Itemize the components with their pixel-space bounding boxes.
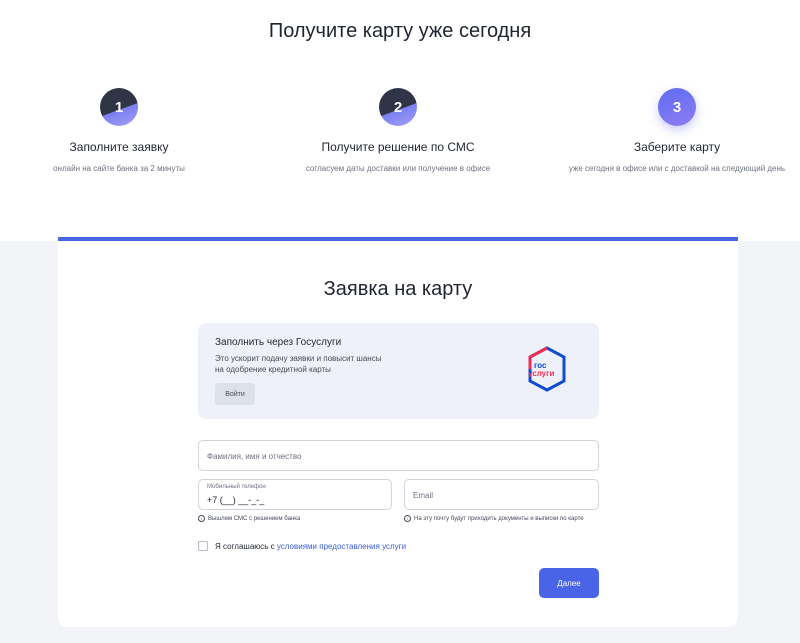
phone-value: +7 (__) __-_-_: [207, 495, 265, 505]
fio-input[interactable]: Фамилия, имя и отчество: [198, 440, 599, 471]
gosuslugi-panel: Заполнить через Госуслуги Это ускорит по…: [198, 323, 599, 419]
step-1-badge: 1: [100, 88, 138, 126]
step-1-subtitle: онлайн на сайте банка за 2 минуты: [53, 164, 185, 173]
gosuslugi-title: Заполнить через Госуслуги: [215, 337, 342, 348]
next-button[interactable]: Далее: [539, 568, 599, 598]
email-placeholder: Email: [413, 491, 434, 500]
gosuslugi-login-button[interactable]: Войти: [215, 383, 255, 405]
step-1: 1 Заполните заявку онлайн на сайте банка…: [0, 88, 249, 173]
step-3-subtitle: уже сегодня в офисе или с доставкой на с…: [568, 164, 786, 173]
page-title: Получите карту уже сегодня: [268, 20, 532, 42]
gosuslugi-logo-icon: гос услуги: [528, 346, 566, 392]
step-2-title: Получите решение по СМС: [321, 140, 475, 154]
email-hint: i На эту почту будут приходить документы …: [404, 515, 599, 523]
step-3-badge: 3: [658, 88, 696, 126]
agreement-text: Я соглашаюсь с: [215, 541, 275, 551]
phone-input[interactable]: Мобильный телефон +7 (__) __-_-_: [198, 479, 392, 510]
gosuslugi-description: Это ускорит подачу заявки и повысит шанс…: [215, 354, 382, 374]
form-title: Заявка на карту: [323, 278, 473, 300]
agreement-row: Я соглашаюсь с условиями предоставления …: [198, 541, 406, 551]
phone-label: Мобильный телефон: [207, 484, 266, 490]
email-input[interactable]: Email: [404, 479, 599, 510]
agreement-checkbox[interactable]: [198, 541, 208, 551]
fio-placeholder: Фамилия, имя и отчество: [207, 452, 302, 461]
info-icon: i: [404, 515, 411, 522]
gosuslugi-logo-bottom: услуги: [528, 369, 554, 378]
step-1-title: Заполните заявку: [69, 140, 169, 154]
agreement-link[interactable]: условиями предоставления услуги: [277, 542, 406, 551]
application-form: Заявка на карту Заполнить через Госуслуг…: [58, 237, 738, 627]
step-2: 2 Получите решение по СМС согласуем даты…: [268, 88, 528, 173]
step-3-title: Заберите карту: [633, 140, 721, 154]
phone-hint-text: Вышлем СМС с решением банка: [208, 516, 301, 522]
phone-hint: i Вышлем СМС с решением банка: [198, 515, 388, 523]
step-2-subtitle: согласуем даты доставки или получение в …: [305, 164, 491, 173]
email-hint-text: На эту почту будут приходить документы и…: [414, 516, 584, 522]
step-3: 3 Заберите карту уже сегодня в офисе или…: [547, 88, 800, 173]
step-2-badge: 2: [379, 88, 417, 126]
info-icon: i: [198, 515, 205, 522]
